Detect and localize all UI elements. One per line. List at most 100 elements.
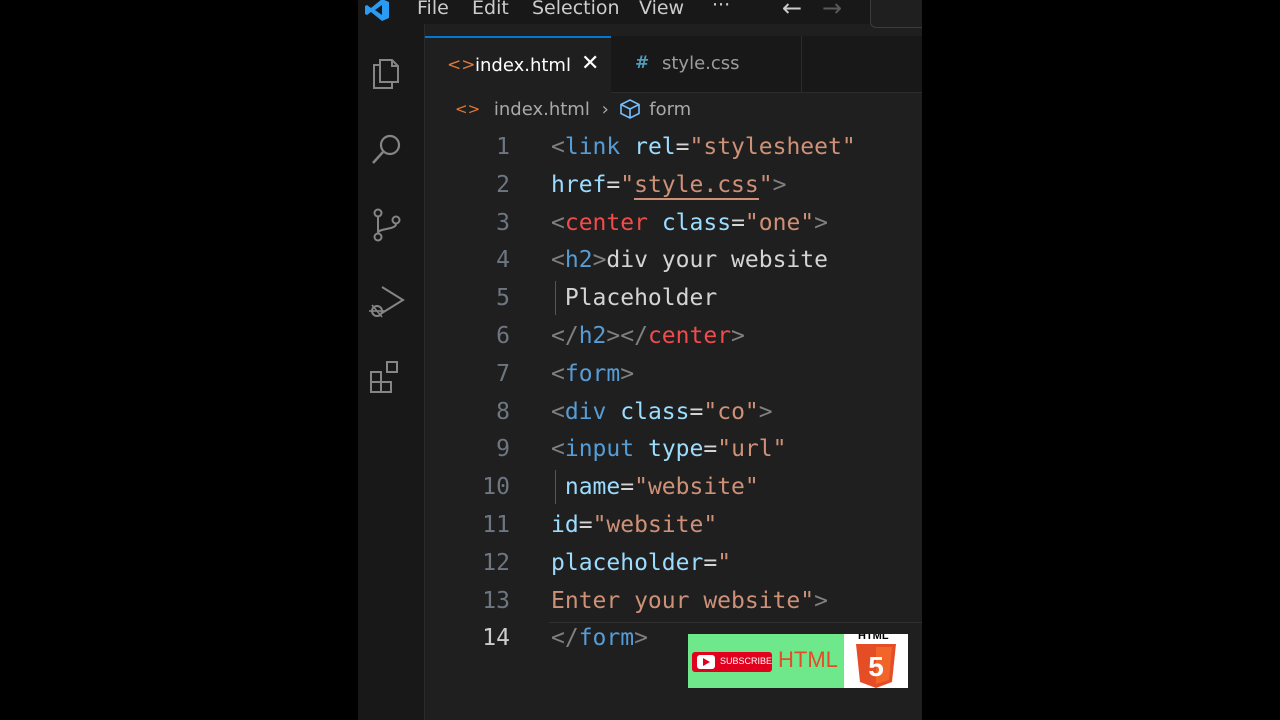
code-token: =	[731, 209, 745, 236]
tab-label: index.html	[475, 55, 571, 76]
source-control-icon[interactable]	[368, 206, 406, 244]
code-token: =	[675, 134, 690, 160]
search-icon[interactable]	[368, 130, 406, 168]
command-center[interactable]	[870, 0, 922, 28]
activity-bar	[358, 24, 425, 720]
menu-selection[interactable]: Selection	[532, 0, 620, 19]
code-token: </	[551, 625, 579, 652]
menu-more[interactable]: ···	[712, 0, 730, 16]
code-token: id	[551, 512, 579, 538]
code-token: >	[620, 360, 635, 387]
html-file-icon: <>	[447, 55, 476, 75]
code-text: id="website"	[551, 506, 717, 544]
code-token: center	[647, 323, 732, 349]
code-token: href	[551, 171, 607, 198]
vscode-window: File Edit Selection View ··· ← → <> inde…	[358, 0, 922, 720]
code-token: class	[661, 209, 732, 236]
code-token: form	[578, 625, 635, 652]
menu-edit[interactable]: Edit	[472, 0, 509, 19]
code-token: center	[564, 209, 648, 236]
code-token: "	[620, 171, 635, 198]
line-number: 10	[482, 474, 510, 501]
code-text: </h2></center>	[551, 317, 745, 355]
code-token: <	[551, 209, 565, 236]
line-number: 12	[482, 549, 510, 576]
menu-file[interactable]: File	[417, 0, 449, 19]
menu-bar: File Edit Selection View ··· ← →	[358, 0, 922, 28]
back-arrow-icon[interactable]: ←	[782, 0, 802, 22]
extensions-icon[interactable]	[368, 358, 406, 396]
code-token: =	[689, 398, 704, 425]
subscribe-html-badge: SUBSCRIBE HTML HTML 5	[688, 634, 908, 688]
line-number: 13	[482, 587, 510, 614]
code-token: class	[620, 398, 690, 425]
code-token: <	[551, 247, 565, 274]
code-token: div	[564, 398, 607, 425]
code-token: "	[717, 549, 732, 576]
badge-html-text: HTML	[778, 647, 838, 672]
line-number: 5	[496, 285, 510, 312]
code-token: Enter your website"	[551, 587, 815, 614]
code-token: placeholder	[551, 549, 704, 576]
code-text: <center class="one">	[551, 204, 828, 242]
explorer-icon[interactable]	[368, 54, 406, 92]
vscode-logo-icon	[365, 0, 389, 21]
code-token: "website"	[592, 512, 718, 538]
line-number: 4	[496, 247, 510, 274]
html5-digit: 5	[868, 651, 884, 682]
code-text: name="website"	[551, 468, 759, 506]
tab-index-html[interactable]: <> index.html ✕	[425, 36, 611, 94]
code-token: >	[592, 247, 607, 274]
symbol-element-icon	[619, 99, 640, 119]
editor-tabs: <> index.html ✕ # style.css	[425, 36, 922, 94]
code-token: =	[703, 436, 718, 463]
breadcrumb-file[interactable]: index.html	[494, 99, 590, 120]
close-icon[interactable]: ✕	[581, 51, 599, 76]
code-text: <link rel="stylesheet"	[551, 128, 856, 166]
code-token: >	[814, 209, 829, 236]
breadcrumb-symbol[interactable]: form	[649, 99, 691, 120]
code-token: =	[578, 512, 593, 538]
code-token: =	[703, 549, 718, 576]
code-token: <	[551, 360, 565, 387]
css-file-icon: #	[635, 53, 650, 73]
code-token: "url"	[717, 436, 787, 463]
code-token: =	[606, 171, 621, 198]
menu-view[interactable]: View	[639, 0, 684, 19]
code-text: <form>	[551, 355, 634, 393]
code-token: "stylesheet"	[689, 134, 856, 160]
forward-arrow-icon[interactable]: →	[822, 0, 842, 22]
html5-logo-caption: HTML	[858, 634, 889, 642]
run-debug-icon[interactable]	[368, 282, 406, 320]
code-token: h2	[564, 247, 593, 274]
line-number: 14	[482, 625, 510, 652]
code-token: style.css	[634, 171, 759, 200]
code-token: <	[551, 134, 565, 160]
code-token: <	[551, 436, 565, 463]
line-number: 7	[496, 360, 510, 387]
code-token: "website"	[634, 474, 759, 501]
line-number: 8	[496, 398, 510, 425]
code-token: "co"	[703, 398, 759, 425]
code-token: input	[564, 436, 635, 463]
code-text: href="style.css">	[551, 166, 786, 204]
code-token: rel	[634, 134, 676, 160]
line-number: 9	[496, 436, 510, 463]
code-token: link	[564, 134, 621, 160]
youtube-subscribe-button[interactable]: SUBSCRIBE	[692, 652, 772, 672]
code-text: <div class="co">	[551, 393, 773, 431]
html-file-icon: <>	[455, 100, 481, 118]
code-token: =	[620, 474, 635, 501]
code-token: </	[551, 323, 579, 349]
code-text: Placeholder	[551, 279, 717, 317]
breadcrumb: <> index.html › form	[455, 98, 691, 120]
code-token: name	[564, 474, 621, 501]
code-token: ></	[606, 323, 648, 349]
tab-style-css[interactable]: # style.css	[612, 36, 802, 92]
code-token: >	[731, 323, 745, 349]
code-token: >	[772, 171, 787, 198]
